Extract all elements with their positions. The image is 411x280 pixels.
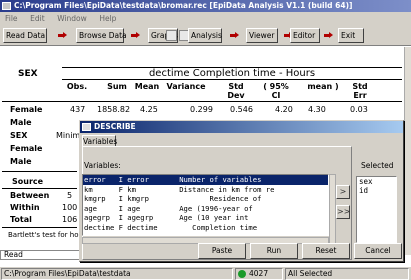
move-one-button[interactable]: >: [336, 185, 350, 199]
list-item[interactable]: dectime F dectime Completion time: [83, 223, 328, 233]
cell-mean: 4.25: [140, 105, 158, 114]
run-button[interactable]: Run: [250, 243, 298, 259]
variables-list[interactable]: error I error Number of variables km F k…: [82, 174, 329, 236]
row-label: Male: [10, 118, 32, 127]
selected-label: Selected: [361, 161, 394, 170]
cell-ci-high: 4.30: [308, 105, 326, 114]
browse-data-button[interactable]: Browse Data: [76, 28, 127, 43]
output-scrollbar[interactable]: [404, 47, 411, 255]
header-mean: Mean: [134, 82, 160, 91]
header-minimum: Minim: [56, 131, 81, 140]
header-sex: SEX: [18, 69, 38, 79]
row-label: Within: [10, 203, 40, 212]
header-ci: ( 95% CI: [263, 82, 289, 100]
menu-bar: File Edit Window Help: [0, 12, 411, 25]
app-icon: [2, 2, 11, 10]
list-item[interactable]: km F km Distance in km from re: [83, 185, 328, 195]
status-records: 4027: [235, 268, 283, 280]
reset-button[interactable]: Reset: [302, 243, 350, 259]
header-variance: Variance: [166, 82, 206, 91]
status-path: C:\Program Files\EpiData\testdata: [1, 268, 233, 280]
menu-edit[interactable]: Edit: [25, 12, 50, 25]
arrow-icon: [131, 32, 140, 39]
divider: [2, 171, 77, 172]
divider: [2, 188, 77, 189]
arrow-icon: [58, 32, 67, 39]
cancel-button[interactable]: Cancel: [354, 243, 402, 259]
status-selected: All Selected: [285, 268, 409, 280]
describe-dialog: DESCRIBE Variables Variables: Selected e…: [79, 120, 404, 262]
variables-scrollbar[interactable]: [329, 174, 336, 244]
row-label: Female: [10, 144, 43, 153]
analysis-button[interactable]: Analysis: [188, 28, 222, 43]
list-item[interactable]: age I age Age (1996-year of: [83, 204, 328, 214]
list-item[interactable]: sex: [359, 177, 396, 186]
status-bar: C:\Program Files\EpiData\testdata 4027 A…: [0, 266, 411, 280]
status-record-count: 4027: [249, 269, 269, 278]
header-sum: Sum: [107, 82, 127, 91]
cell-value: 5: [67, 191, 73, 200]
exit-button[interactable]: Exit: [338, 28, 364, 43]
read-data-button[interactable]: Read Data: [3, 28, 47, 43]
paste-button[interactable]: Paste: [198, 243, 246, 259]
header-ci-mean: mean ): [307, 82, 339, 91]
cell-variance: 0.299: [190, 105, 213, 114]
header-std-err: Std Err: [352, 82, 368, 100]
cell-value: 100: [62, 203, 78, 212]
toolbar: Read Data Browse Data Graphs Analysis Vi…: [0, 25, 411, 46]
window-title: C:\Program Files\EpiData\testdata\bromar…: [14, 1, 353, 10]
move-all-button[interactable]: >>: [336, 205, 350, 219]
menu-window[interactable]: Window: [52, 12, 92, 25]
dialog-titlebar: DESCRIBE: [80, 121, 403, 133]
table-icon[interactable]: [166, 30, 177, 41]
window-titlebar: C:\Program Files\EpiData\testdata\bromar…: [0, 0, 411, 12]
viewer-button[interactable]: Viewer: [246, 28, 278, 43]
row-label: Between: [10, 191, 50, 200]
dialog-icon: [82, 123, 91, 131]
row-label: SEX: [10, 131, 28, 140]
cell-obs: 437: [70, 105, 86, 114]
header-std-dev: Std Dev: [227, 82, 245, 100]
cell-std-err: 0.03: [350, 105, 368, 114]
cell-value: 106: [62, 215, 78, 224]
header-obs: Obs.: [66, 82, 88, 91]
row-label: Male: [10, 157, 32, 166]
status-led-icon: [238, 270, 246, 278]
cell-std-dev: 0.546: [230, 105, 253, 114]
list-item[interactable]: error I error Number of variables: [83, 175, 328, 185]
list-item[interactable]: kmgrp I kmgrp Residence of: [83, 194, 328, 204]
bartlett-note: Bartlett's test for ho: [8, 231, 79, 239]
arrow-icon: [324, 32, 333, 39]
row-label: Female: [10, 105, 43, 114]
dialog-title: DESCRIBE: [94, 122, 136, 131]
divider: [2, 101, 402, 102]
output-caption: dectime Completion time - Hours: [62, 67, 402, 80]
menu-file[interactable]: File: [0, 12, 23, 25]
menu-help[interactable]: Help: [94, 12, 121, 25]
list-item[interactable]: id: [359, 186, 396, 195]
row-label: Total: [10, 215, 32, 224]
list-item[interactable]: agegrp I agegrp Age (10 year int: [83, 213, 328, 223]
editor-button[interactable]: Editor: [290, 28, 320, 43]
variables-label: Variables:: [84, 161, 121, 170]
cell-ci-low: 4.20: [275, 105, 293, 114]
divider: [2, 227, 77, 228]
selected-list[interactable]: sex id: [356, 176, 397, 243]
header-source: Source: [12, 177, 44, 186]
cell-sum: 1858.82: [97, 105, 131, 114]
arrow-icon: [230, 32, 239, 39]
